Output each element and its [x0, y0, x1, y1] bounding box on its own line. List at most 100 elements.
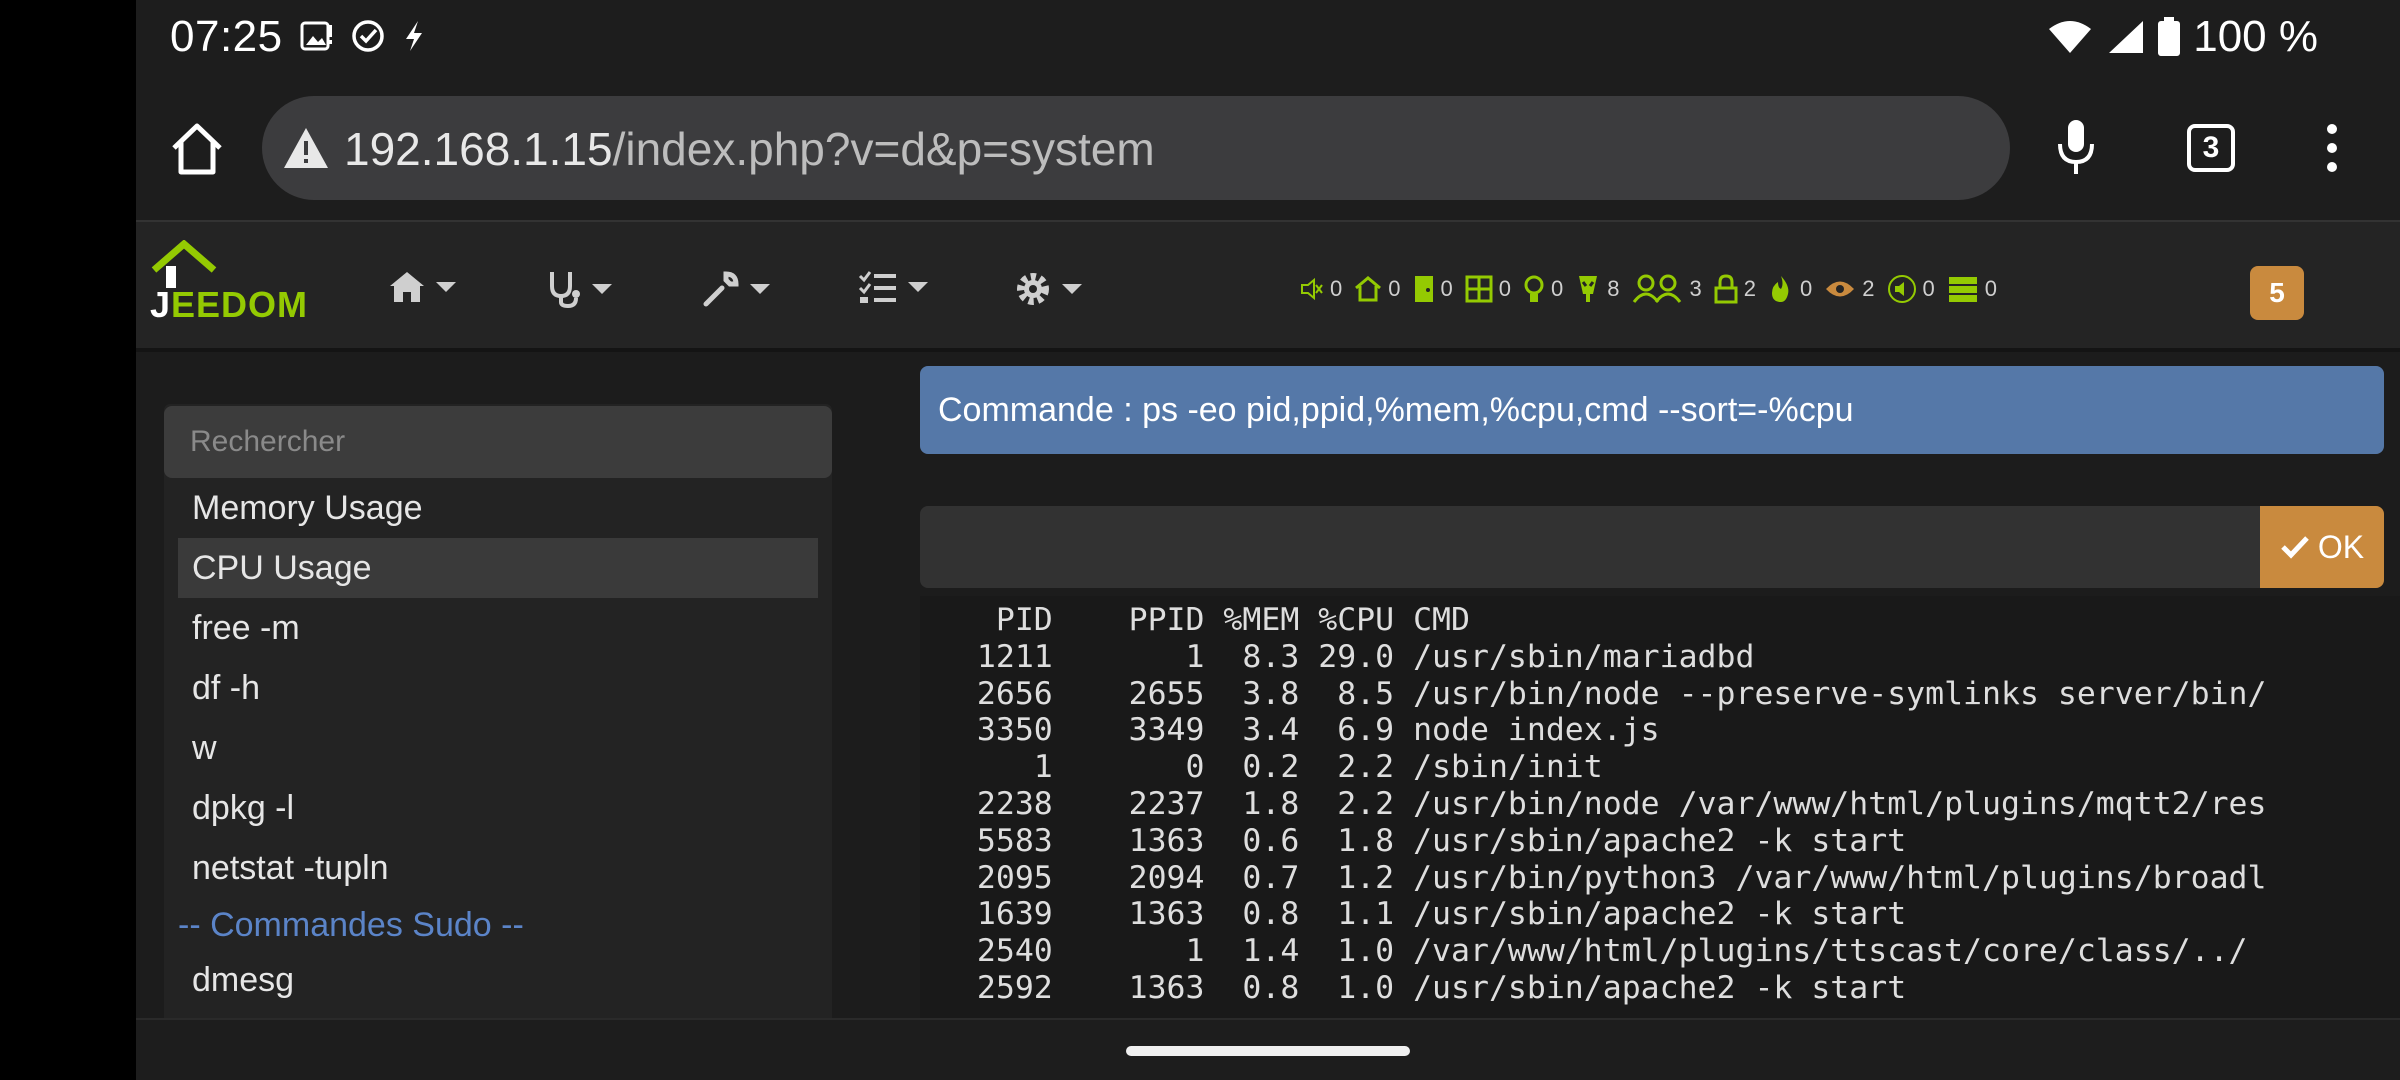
- bolt-icon: [406, 21, 422, 51]
- ok-label: OK: [2317, 528, 2365, 565]
- command-item-w[interactable]: w: [178, 718, 818, 778]
- command-output: PID PPID %MEM %CPU CMD 1211 1 8.3 29.0 /…: [920, 596, 2400, 1018]
- summary-shutter[interactable]: 0: [1947, 275, 1997, 303]
- ok-button[interactable]: OK: [2260, 506, 2384, 588]
- tab-switcher-button[interactable]: 3: [2187, 124, 2235, 172]
- summary-lock[interactable]: 2: [1714, 274, 1756, 304]
- summary-value: 0: [1922, 276, 1935, 301]
- summary-value: 0: [1330, 276, 1343, 301]
- message-count-badge[interactable]: 5: [2250, 266, 2304, 320]
- battery-level: 100 %: [2193, 12, 2318, 61]
- summary-light[interactable]: 0: [1523, 274, 1563, 304]
- output-row: 2095 2094 0.7 1.2 /usr/bin/python3 /var/…: [920, 859, 2267, 896]
- summary-value: 0: [1388, 276, 1401, 301]
- output-row: 2238 2237 1.8 2.2 /usr/bin/node /var/www…: [920, 785, 2267, 822]
- summary-value: 2: [1862, 276, 1875, 301]
- output-row: 5583 1363 0.6 1.8 /usr/sbin/apache2 -k s…: [920, 822, 1907, 859]
- logo-text: JEEDOM: [150, 284, 308, 326]
- chevron-down-icon: [908, 282, 928, 292]
- warning-icon: [284, 128, 328, 168]
- summary-plug[interactable]: 8: [1575, 274, 1620, 304]
- nav-tasks-menu[interactable]: [858, 270, 928, 304]
- summary-value: 8: [1607, 276, 1620, 301]
- summary-window[interactable]: 0: [1465, 275, 1511, 303]
- output-text: PID PPID %MEM %CPU CMD 1211 1 8.3 29.0 /…: [920, 602, 2267, 1007]
- summary-value: 0: [1440, 276, 1453, 301]
- tasks-icon: [858, 271, 896, 303]
- system-page: Memory Usage CPU Usage free -m df -h w d…: [136, 352, 2400, 1018]
- wrench-icon: [703, 271, 739, 307]
- summary-mute[interactable]: 0: [1300, 276, 1342, 302]
- summary-value: 3: [1689, 276, 1702, 301]
- summary-value: 0: [1984, 276, 1997, 301]
- output-row: 1 0 0.2 2.2 /sbin/init: [920, 749, 1603, 786]
- command-banner: Commande : ps -eo pid,ppid,%mem,%cpu,cmd…: [920, 366, 2384, 454]
- summary-value: 0: [1551, 276, 1564, 301]
- output-row: 1211 1 8.3 29.0 /usr/sbin/mariadbd: [920, 638, 1755, 675]
- signal-icon: [2109, 21, 2144, 53]
- mute-icon: [1301, 277, 1323, 301]
- people-icon: [1632, 274, 1681, 303]
- shutter-icon: [1948, 277, 1977, 302]
- command-item-df[interactable]: df -h: [178, 658, 818, 718]
- window-icon: [1465, 275, 1493, 303]
- summary-door[interactable]: 0: [1413, 274, 1453, 304]
- check-icon: [2281, 536, 2309, 559]
- summary-house[interactable]: 0: [1354, 276, 1401, 302]
- output-header-row: PID PPID %MEM %CPU CMD: [920, 602, 1470, 638]
- bulb-icon: [1524, 275, 1544, 302]
- command-item-memory-usage[interactable]: Memory Usage: [178, 478, 818, 538]
- command-item-dpkg[interactable]: dpkg -l: [178, 778, 818, 838]
- chevron-down-icon: [436, 282, 456, 292]
- output-row: 2656 2655 3.8 8.5 /usr/bin/node --preser…: [920, 675, 2267, 712]
- command-item-dmesg[interactable]: dmesg: [178, 950, 818, 1010]
- door-icon: [1414, 276, 1433, 302]
- gear-icon: [1017, 273, 1049, 305]
- logo-word: EEDOM: [171, 284, 309, 325]
- plug-icon: [1579, 276, 1598, 302]
- address-bar[interactable]: 192.168.1.15/index.php?v=d&p=system: [262, 96, 2010, 200]
- nav-settings-menu[interactable]: [1014, 270, 1082, 308]
- summary-value: 0: [1498, 276, 1511, 301]
- gallery-icon: [300, 21, 332, 51]
- url-host: 192.168.1.15: [344, 123, 613, 175]
- chevron-down-icon: [592, 284, 612, 294]
- output-row: 2540 1 1.4 1.0 /var/www/html/plugins/tts…: [920, 933, 2248, 970]
- url-text: 192.168.1.15/index.php?v=d&p=system: [344, 122, 1155, 176]
- output-row: 1639 1363 0.8 1.1 /usr/sbin/apache2 -k s…: [920, 896, 1907, 933]
- jeedom-navbar: JEEDOM 0 0 0 0 0 8 3 2 0 2 0 0 5: [136, 220, 2400, 352]
- nav-home-menu[interactable]: [388, 270, 456, 304]
- command-item-free[interactable]: free -m: [178, 598, 818, 658]
- command-item-cpu-usage[interactable]: CPU Usage: [178, 538, 818, 598]
- summary-motion[interactable]: 2: [1824, 276, 1875, 302]
- gesture-handle[interactable]: [1126, 1046, 1410, 1056]
- microphone-icon[interactable]: [2056, 118, 2096, 176]
- summary-value: 0: [1800, 276, 1813, 301]
- lock-icon: [1714, 274, 1738, 304]
- status-bar: 07:25 100 %: [136, 0, 2400, 76]
- stethoscope-icon: [550, 272, 580, 308]
- summary-fire[interactable]: 0: [1768, 274, 1812, 304]
- command-item-netstat[interactable]: netstat -tupln: [178, 838, 818, 898]
- home-icon: [390, 272, 424, 302]
- android-navigation-bar: [136, 1018, 2400, 1080]
- check-circle-icon: [352, 20, 384, 52]
- url-path: /index.php?v=d&p=system: [612, 123, 1155, 175]
- chevron-down-icon: [1062, 284, 1082, 294]
- summary-people[interactable]: 3: [1632, 274, 1702, 304]
- jeedom-logo[interactable]: JEEDOM: [150, 240, 340, 330]
- eye-icon: [1826, 281, 1855, 297]
- more-menu-icon[interactable]: [2322, 124, 2342, 176]
- wifi-icon: [2049, 21, 2092, 53]
- nav-analysis-menu[interactable]: [546, 270, 612, 308]
- summary-value: 2: [1743, 276, 1756, 301]
- nav-tools-menu[interactable]: [702, 270, 770, 308]
- command-input[interactable]: [920, 506, 2260, 588]
- browser-toolbar: 192.168.1.15/index.php?v=d&p=system 3: [136, 76, 2400, 220]
- logo-house-icon: [151, 240, 217, 288]
- home-icon[interactable]: [166, 118, 228, 180]
- output-row: 2592 1363 0.8 1.0 /usr/sbin/apache2 -k s…: [920, 969, 1907, 1006]
- battery-icon: [2158, 17, 2181, 56]
- summary-speaker[interactable]: 0: [1887, 274, 1935, 304]
- search-input[interactable]: [164, 406, 832, 478]
